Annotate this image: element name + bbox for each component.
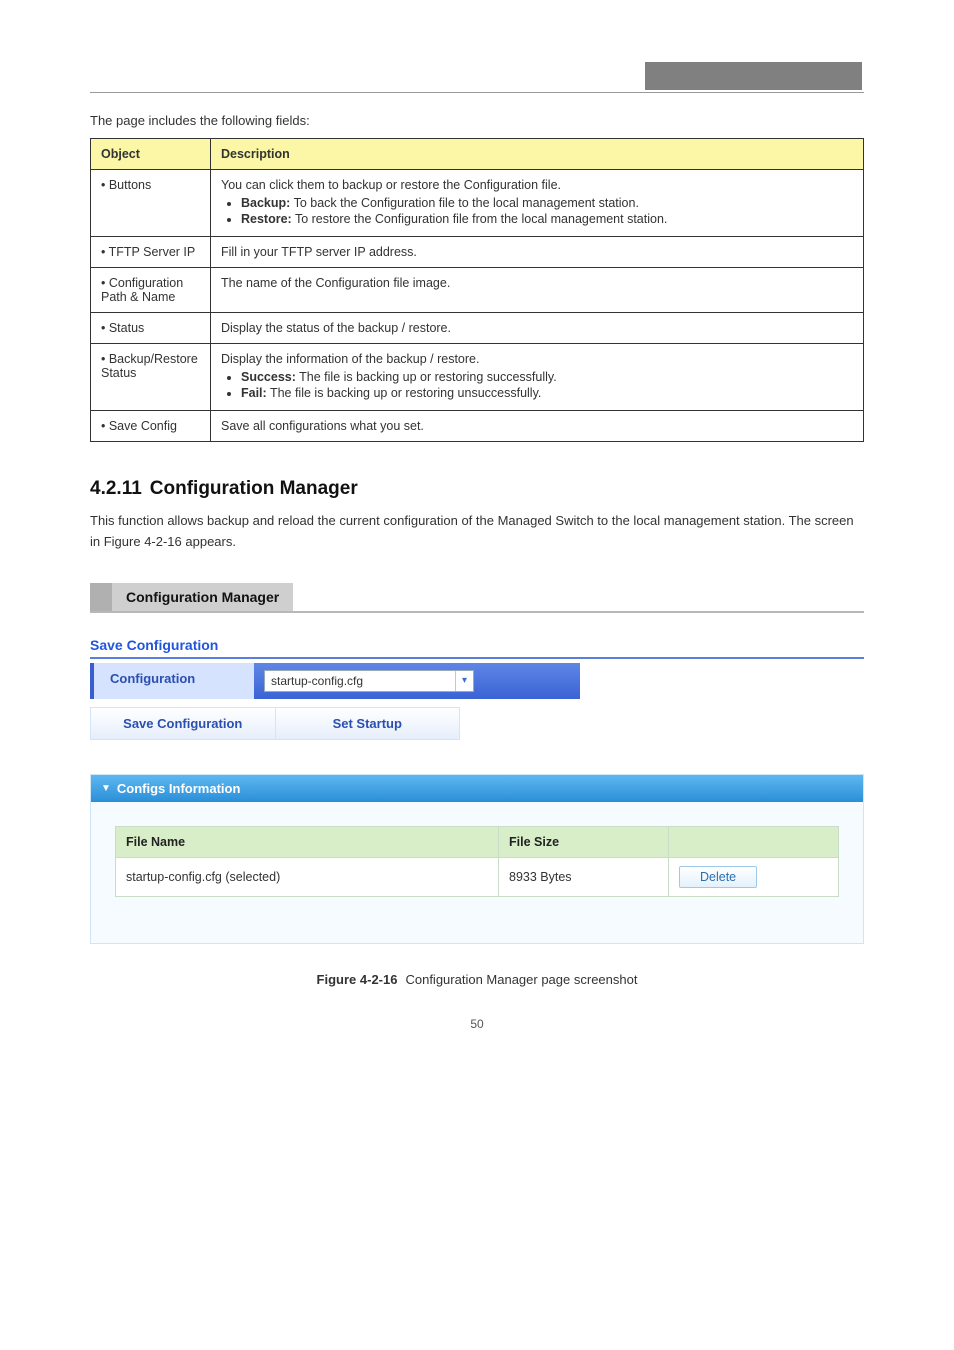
page-number: 50 (90, 1017, 864, 1031)
th-object: Object (91, 139, 211, 170)
figure-config-manager: Configuration Manager Save Configuration… (90, 583, 864, 944)
cell-desc: Save all configurations what you set. (211, 411, 864, 442)
parameters-table: Object Description • Buttons You can cli… (90, 138, 864, 442)
cell-label: • Buttons (91, 170, 211, 237)
cell-label: • TFTP Server IP (91, 237, 211, 268)
th-file-size: File Size (499, 826, 669, 857)
configuration-select[interactable]: startup-config.cfg ▾ (264, 670, 474, 692)
table-row: • TFTP Server IP Fill in your TFTP serve… (91, 237, 864, 268)
figure-caption: Figure 4-2-16Configuration Manager page … (90, 972, 864, 987)
configuration-select-value: startup-config.cfg (271, 674, 363, 688)
intro-text: The page includes the following fields: (90, 113, 864, 128)
save-configuration-heading: Save Configuration (90, 637, 864, 659)
set-startup-button[interactable]: Set Startup (275, 708, 460, 739)
caret-down-icon: ▼ (101, 783, 111, 794)
cell-desc: The name of the Configuration file image… (211, 268, 864, 313)
cell-actions: Delete (669, 857, 839, 896)
th-actions (669, 826, 839, 857)
button-row: Save Configuration Set Startup (90, 707, 460, 740)
cell-label: • Status (91, 313, 211, 344)
configs-information-title: Configs Information (117, 781, 241, 796)
table-row: • Buttons You can click them to backup o… (91, 170, 864, 237)
table-row: • Backup/Restore Status Display the info… (91, 344, 864, 411)
delete-button[interactable]: Delete (679, 866, 757, 888)
configs-information-panel: ▼ Configs Information File Name File Siz… (90, 774, 864, 944)
cm-banner: Configuration Manager (90, 583, 864, 613)
table-row: • Save Config Save all configurations wh… (91, 411, 864, 442)
cell-file-size: 8933 Bytes (499, 857, 669, 896)
cm-banner-title: Configuration Manager (112, 583, 293, 611)
header-rule (90, 92, 864, 93)
th-file-name: File Name (116, 826, 499, 857)
cell-desc: Display the information of the backup / … (211, 344, 864, 411)
cell-label: • Backup/Restore Status (91, 344, 211, 411)
cell-desc: You can click them to backup or restore … (211, 170, 864, 237)
configuration-label: Configuration (94, 663, 254, 699)
cell-desc: Display the status of the backup / resto… (211, 313, 864, 344)
configuration-row: Configuration startup-config.cfg ▾ (90, 663, 580, 699)
table-row: • Status Display the status of the backu… (91, 313, 864, 344)
section-paragraph: This function allows backup and reload t… (90, 510, 864, 553)
chevron-down-icon: ▾ (455, 671, 473, 691)
cell-label: • Configuration Path & Name (91, 268, 211, 313)
th-description: Description (211, 139, 864, 170)
cell-label: • Save Config (91, 411, 211, 442)
section-heading: 4.2.11Configuration Manager (90, 478, 864, 500)
cell-file-name: startup-config.cfg (selected) (116, 857, 499, 896)
cell-desc: Fill in your TFTP server IP address. (211, 237, 864, 268)
configs-table: File Name File Size startup-config.cfg (… (115, 826, 839, 897)
table-row: startup-config.cfg (selected) 8933 Bytes… (116, 857, 839, 896)
table-row: • Configuration Path & Name The name of … (91, 268, 864, 313)
save-configuration-button[interactable]: Save Configuration (91, 708, 275, 739)
header-bar (645, 62, 862, 90)
configs-information-bar[interactable]: ▼ Configs Information (91, 775, 863, 802)
